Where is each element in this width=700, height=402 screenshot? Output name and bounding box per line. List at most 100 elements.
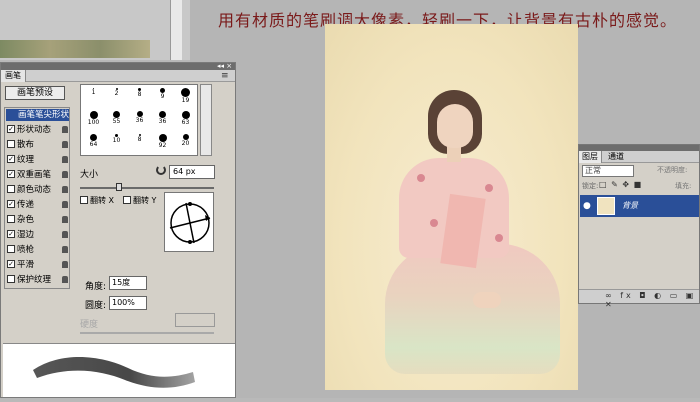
brush-option-item[interactable]: 杂色 bbox=[6, 214, 69, 226]
brush-option-item[interactable]: 颜色动态 bbox=[6, 184, 69, 196]
brush-option-item[interactable]: ✓ 传递 bbox=[6, 199, 69, 211]
layer-action-icons[interactable]: ∞ fx ◘ ◐ ▭ ▣ ✕ bbox=[605, 291, 699, 309]
brush-tip[interactable]: 8 bbox=[130, 87, 149, 105]
checkbox-box[interactable] bbox=[123, 195, 131, 204]
brush-option-label: 形状动态 bbox=[17, 125, 52, 135]
figure-face bbox=[437, 104, 473, 148]
brush-tip[interactable]: 1 bbox=[84, 87, 103, 105]
roundness-input[interactable]: 100% bbox=[109, 296, 147, 310]
brush-tip[interactable]: 36 bbox=[130, 110, 149, 128]
lock-icon[interactable] bbox=[62, 186, 68, 193]
size-input[interactable]: 64 px bbox=[169, 165, 215, 179]
flip-y-checkbox[interactable]: 翻转 Y bbox=[123, 195, 156, 206]
layer-row-background[interactable]: ● 背景 bbox=[580, 195, 699, 217]
roundness-label: 圆度: bbox=[85, 301, 107, 311]
option-checkbox[interactable] bbox=[7, 244, 15, 253]
opacity-label: 不透明度: bbox=[657, 166, 688, 174]
brush-option-label: 湿边 bbox=[17, 230, 35, 240]
option-checkbox[interactable] bbox=[7, 274, 15, 283]
brush-tip[interactable]: 64 bbox=[84, 133, 103, 151]
brush-option-item[interactable]: 画笔笔尖形状 bbox=[6, 109, 69, 121]
tab-layers[interactable]: 图层 bbox=[579, 151, 602, 163]
option-checkbox[interactable]: ✓ bbox=[7, 154, 15, 163]
lock-icon[interactable] bbox=[62, 126, 68, 133]
brush-tip-grid[interactable]: 1 2 8 9 19 100 55 36 36 63 64 10 8 92 20 bbox=[80, 84, 198, 156]
lock-icon[interactable] bbox=[62, 141, 68, 148]
size-label: 大小 bbox=[80, 170, 99, 180]
option-checkbox[interactable]: ✓ bbox=[7, 124, 15, 133]
layer-name[interactable]: 背景 bbox=[622, 200, 638, 211]
brush-tip-size-label: 9 bbox=[160, 93, 165, 100]
lock-icons[interactable]: □ ✎ ✥ ■ bbox=[599, 180, 642, 189]
brush-option-item[interactable]: ✓ 形状动态 bbox=[6, 124, 69, 136]
figure-hands bbox=[473, 292, 501, 308]
flower-pattern bbox=[495, 234, 503, 242]
brush-option-label: 颜色动态 bbox=[17, 185, 52, 195]
photo-canvas[interactable] bbox=[325, 24, 578, 390]
angle-roundness-widget[interactable] bbox=[164, 192, 214, 252]
brush-option-item[interactable]: ✓ 平滑 bbox=[6, 259, 69, 271]
option-checkbox[interactable]: ✓ bbox=[7, 229, 15, 238]
brush-tip-dot-icon bbox=[89, 111, 98, 119]
visibility-eye-icon[interactable]: ● bbox=[583, 201, 591, 211]
flip-x-checkbox[interactable]: 翻转 X bbox=[80, 195, 114, 206]
panel-tabbar: 画笔 ≡ bbox=[1, 70, 235, 82]
brush-tip-size-label: 100 bbox=[87, 119, 100, 126]
flower-pattern bbox=[485, 184, 493, 192]
brush-tip[interactable]: 19 bbox=[176, 87, 195, 105]
option-checkbox[interactable]: ✓ bbox=[7, 199, 15, 208]
lock-icon[interactable] bbox=[62, 156, 68, 163]
brush-option-item[interactable]: 保护纹理 bbox=[6, 274, 69, 286]
brush-tip[interactable]: 36 bbox=[153, 110, 172, 128]
brush-option-item[interactable]: ✓ 湿边 bbox=[6, 229, 69, 241]
panel-menu-icon[interactable]: ≡ bbox=[221, 70, 229, 82]
lock-icon[interactable] bbox=[62, 261, 68, 268]
reset-size-icon[interactable] bbox=[156, 165, 166, 175]
lock-icon[interactable] bbox=[62, 246, 68, 253]
option-checkbox[interactable] bbox=[7, 184, 15, 193]
angle-input[interactable]: 15度 bbox=[109, 276, 147, 290]
brush-tip[interactable]: 55 bbox=[107, 110, 126, 128]
lock-icon[interactable] bbox=[62, 201, 68, 208]
lock-icon[interactable] bbox=[62, 216, 68, 223]
tab-brush[interactable]: 画笔 bbox=[1, 70, 26, 82]
layers-panel-tabbar: 图层 通道 bbox=[579, 151, 699, 163]
tab-channels[interactable]: 通道 bbox=[605, 151, 627, 163]
size-slider-thumb[interactable] bbox=[115, 183, 122, 191]
brush-tip[interactable]: 92 bbox=[153, 133, 172, 151]
brush-option-label: 传递 bbox=[17, 200, 35, 210]
brush-tip-dot-icon bbox=[113, 111, 120, 118]
blend-mode-select[interactable]: 正常 bbox=[582, 165, 634, 177]
brush-option-item[interactable]: ✓ 双重画笔 bbox=[6, 169, 69, 181]
option-checkbox[interactable] bbox=[7, 214, 15, 223]
brush-tip[interactable]: 63 bbox=[176, 110, 195, 128]
brush-tip-scrollbar[interactable] bbox=[200, 84, 212, 156]
panel-titlebar[interactable]: ◂◂ × bbox=[1, 63, 235, 70]
option-checkbox[interactable] bbox=[7, 139, 15, 148]
lock-icon[interactable] bbox=[62, 171, 68, 178]
previous-document-scrollbar[interactable] bbox=[170, 0, 182, 60]
brush-tip[interactable]: 10 bbox=[107, 133, 126, 151]
brush-tip[interactable]: 9 bbox=[153, 87, 172, 105]
brush-tip-dot-icon bbox=[90, 134, 97, 141]
option-checkbox[interactable]: ✓ bbox=[7, 259, 15, 268]
brush-option-item[interactable]: 喷枪 bbox=[6, 244, 69, 256]
brush-option-item[interactable]: 散布 bbox=[6, 139, 69, 151]
brush-presets-button[interactable]: 画笔预设 bbox=[5, 86, 65, 100]
brush-tip[interactable]: 20 bbox=[176, 133, 195, 151]
flower-pattern bbox=[430, 219, 438, 227]
brush-tip[interactable]: 8 bbox=[130, 133, 149, 151]
brush-stroke-preview bbox=[3, 343, 235, 397]
brush-option-item[interactable]: ✓ 纹理 bbox=[6, 154, 69, 166]
checkbox-box[interactable] bbox=[80, 195, 88, 204]
option-checkbox[interactable]: ✓ bbox=[7, 169, 15, 178]
lock-icon[interactable] bbox=[62, 231, 68, 238]
angle-crosshair-icon[interactable] bbox=[165, 193, 215, 253]
brush-tip-size-label: 64 bbox=[89, 141, 98, 148]
brush-tip[interactable]: 2 bbox=[107, 87, 126, 105]
panel-collapse-close-controls[interactable]: ◂◂ × bbox=[217, 63, 232, 70]
brush-tip-size-label: 19 bbox=[181, 97, 190, 104]
brush-tip[interactable]: 100 bbox=[84, 110, 103, 128]
lock-icon[interactable] bbox=[62, 276, 68, 283]
size-slider[interactable] bbox=[80, 187, 214, 189]
